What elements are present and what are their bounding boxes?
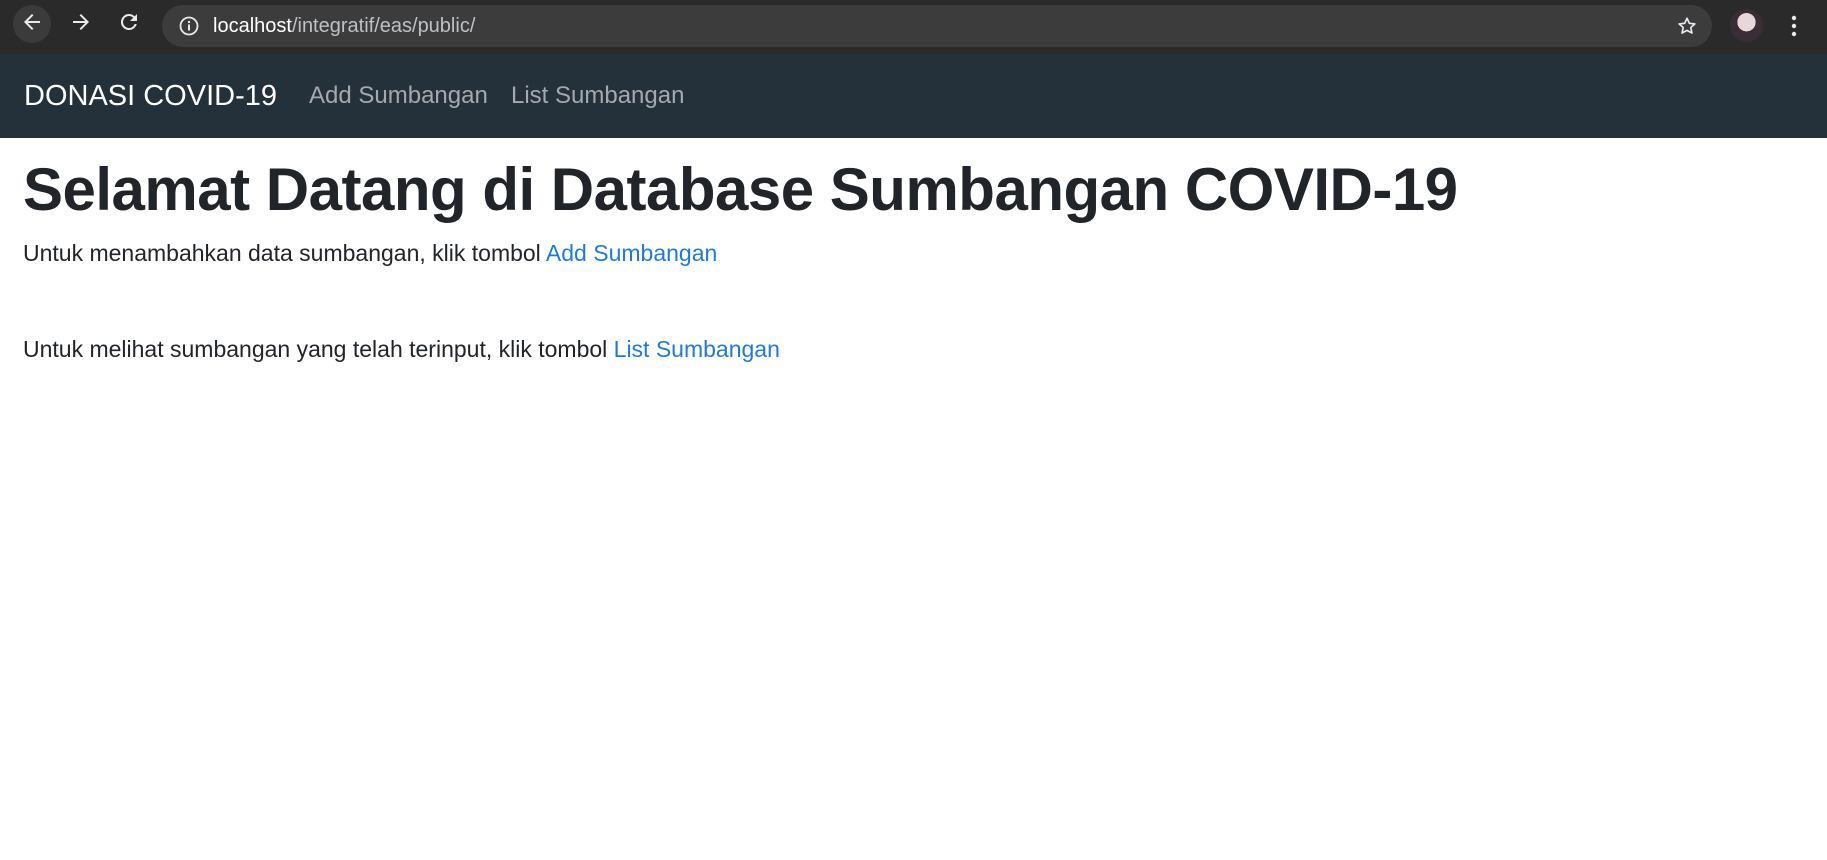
profile-avatar[interactable] bbox=[1730, 9, 1763, 42]
arrow-left-icon bbox=[20, 10, 44, 39]
reload-button[interactable] bbox=[110, 5, 148, 43]
site-navbar: DONASI COVID-19 Add Sumbangan List Sumba… bbox=[0, 54, 1827, 138]
list-sumbangan-link[interactable]: List Sumbangan bbox=[614, 336, 780, 362]
address-bar[interactable]: localhost/integratif/eas/public/ bbox=[162, 5, 1712, 47]
arrow-right-icon bbox=[69, 10, 93, 39]
forward-button[interactable] bbox=[62, 5, 100, 43]
browser-toolbar: localhost/integratif/eas/public/ bbox=[0, 0, 1827, 54]
intro-paragraph-list: Untuk melihat sumbangan yang telah terin… bbox=[23, 334, 780, 364]
kebab-menu-icon[interactable] bbox=[1782, 10, 1806, 42]
star-icon[interactable] bbox=[1675, 14, 1699, 38]
intro-text-list: Untuk melihat sumbangan yang telah terin… bbox=[23, 336, 614, 362]
intro-paragraph-add: Untuk menambahkan data sumbangan, klik t… bbox=[23, 238, 717, 268]
add-sumbangan-link[interactable]: Add Sumbangan bbox=[546, 240, 717, 266]
url-text[interactable]: localhost/integratif/eas/public/ bbox=[213, 5, 475, 47]
back-button[interactable] bbox=[13, 5, 51, 43]
info-icon[interactable] bbox=[178, 15, 200, 37]
intro-text-add: Untuk menambahkan data sumbangan, klik t… bbox=[23, 240, 546, 266]
url-path: /integratif/eas/public/ bbox=[291, 15, 476, 37]
url-host: localhost bbox=[213, 15, 292, 37]
nav-link-add-sumbangan[interactable]: Add Sumbangan bbox=[309, 54, 488, 138]
nav-link-list-sumbangan[interactable]: List Sumbangan bbox=[511, 54, 684, 138]
navbar-brand[interactable]: DONASI COVID-19 bbox=[24, 54, 277, 138]
page-title: Selamat Datang di Database Sumbangan COV… bbox=[23, 156, 1458, 223]
reload-icon bbox=[117, 10, 141, 39]
